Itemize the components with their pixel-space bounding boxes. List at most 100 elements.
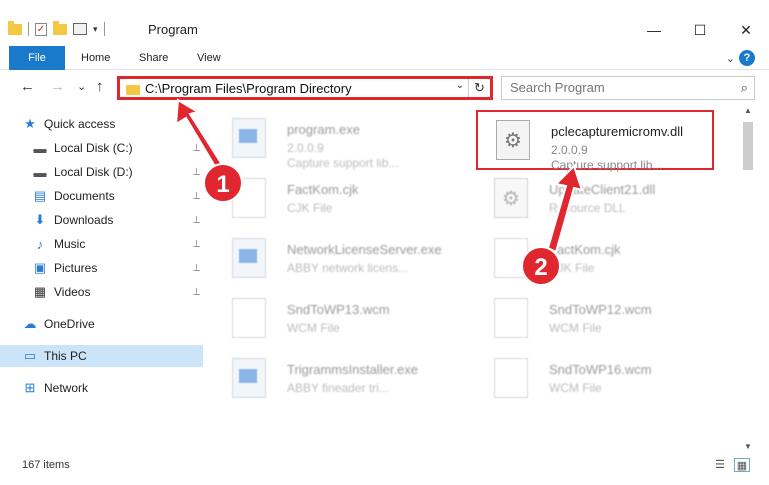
tab-file[interactable]: File — [9, 46, 65, 70]
file-item[interactable]: ⚙ pclecapturemicromv.dll 2.0.0.9 Capture su… — [476, 110, 714, 172]
tab-view[interactable]: View — [197, 46, 221, 70]
maximize-button[interactable]: ☐ — [677, 14, 723, 46]
new-folder-icon[interactable] — [53, 20, 67, 35]
scroll-thumb[interactable] — [743, 122, 753, 170]
status-bar: 167 items ☰ ▦ — [0, 455, 769, 477]
pin-icon[interactable]: ⊥ — [192, 215, 201, 226]
address-dropdown-icon[interactable]: ⌄ — [456, 80, 464, 91]
refresh-icon[interactable]: ↻ — [468, 79, 490, 97]
properties-check-icon[interactable]: ✓ — [35, 22, 47, 36]
file-detail: WCM File — [549, 381, 602, 395]
search-box[interactable]: ⌕ — [501, 76, 755, 100]
scroll-down-icon[interactable]: ▼ — [741, 440, 755, 454]
window-title: Program — [148, 22, 198, 37]
dll-gear-icon: ⚙ — [496, 120, 530, 160]
folder-icon — [126, 85, 140, 95]
file-item[interactable]: SndToWP16.wcm WCM File — [476, 350, 726, 410]
pin-icon[interactable]: ⊥ — [192, 239, 201, 250]
file-description: Capture support lib... — [287, 156, 399, 170]
file-name: SndToWP13.wcm — [287, 302, 390, 317]
file-detail: WCM File — [287, 321, 340, 335]
search-icon[interactable]: ⌕ — [741, 80, 748, 96]
file-list: program.exe 2.0.0.9 Capture support lib...… — [214, 104, 740, 454]
sidebar-item-quick-access[interactable]: ★ Quick access — [0, 113, 203, 135]
sidebar-item-label: Network — [44, 381, 89, 395]
tab-share[interactable]: Share — [139, 46, 168, 70]
back-arrow-icon[interactable]: ← — [20, 78, 35, 95]
recent-locations-icon[interactable]: ⌄ — [77, 80, 86, 93]
sidebar-item-music[interactable]: ♪ Music ⊥ — [0, 233, 203, 255]
videos-icon: ▦ — [33, 284, 47, 299]
executable-icon — [232, 358, 266, 398]
file-name: TrigrammsInstaller.exe — [287, 362, 418, 377]
sidebar-item-network[interactable]: ⊞ Network — [0, 377, 203, 399]
pin-icon[interactable]: ⊥ — [192, 191, 201, 202]
pictures-icon: ▣ — [33, 260, 47, 275]
item-count: 167 items — [22, 459, 70, 471]
computer-icon: ▭ — [23, 348, 37, 363]
drive-icon: ▬ — [33, 164, 47, 180]
navigation-bar: ← → ⌄ ↑ C:\Program Files\Program Directo… — [0, 74, 769, 102]
expand-ribbon-icon[interactable]: ⌄ — [726, 52, 735, 65]
sidebar-item-label: Local Disk (D:) — [54, 165, 133, 179]
file-item[interactable]: TrigrammsInstaller.exe ABBY fineader tri.… — [214, 350, 464, 410]
help-icon[interactable]: ? — [739, 50, 755, 66]
folder-icon[interactable] — [8, 20, 22, 35]
file-detail: CJK File — [287, 201, 333, 215]
file-item[interactable]: SndToWP13.wcm WCM File — [214, 290, 464, 350]
file-item[interactable]: NetworkLicenseServer.exe ABBY network lic… — [214, 230, 464, 290]
forward-arrow-icon[interactable]: → — [50, 78, 65, 95]
pin-icon[interactable]: ⊥ — [192, 167, 201, 178]
details-view-icon[interactable]: ☰ — [712, 458, 728, 472]
up-arrow-icon[interactable]: ↑ — [96, 78, 104, 95]
address-path[interactable]: C:\Program Files\Program Directory — [145, 81, 352, 96]
tab-home[interactable]: Home — [81, 46, 110, 70]
pin-icon[interactable]: ⊥ — [192, 143, 201, 154]
file-item[interactable]: FactKom.cjk CJK File — [476, 230, 726, 290]
file-item[interactable]: FactKom.cjk CJK File — [214, 170, 464, 230]
file-item[interactable]: SndToWP12.wcm WCM File — [476, 290, 726, 350]
search-input[interactable] — [510, 80, 720, 95]
sidebar-item-local-disk-c[interactable]: ▬ Local Disk (C:) ⊥ — [0, 137, 203, 159]
file-detail: 2.0.0.9 — [551, 143, 588, 157]
file-item[interactable]: program.exe 2.0.0.9 Capture support lib... — [214, 110, 464, 170]
file-detail: ABBY fineader tri... — [287, 381, 389, 395]
sidebar-item-label: Music — [54, 237, 86, 251]
executable-icon — [232, 118, 266, 158]
file-item[interactable]: ⚙ UpdateClient21.dll Resource DLL — [476, 170, 726, 230]
file-name: NetworkLicenseServer.exe — [287, 242, 442, 257]
title-bar: ✓ ▾ Program — ☐ ✕ — [0, 0, 769, 46]
sidebar-item-label: Videos — [54, 285, 91, 299]
close-button[interactable]: ✕ — [723, 14, 769, 46]
sidebar-item-downloads[interactable]: ⬇ Downloads ⊥ — [0, 209, 203, 231]
tiles-view-icon[interactable]: ▦ — [734, 458, 750, 472]
sidebar-item-videos[interactable]: ▦ Videos ⊥ — [0, 281, 203, 303]
minimize-button[interactable]: — — [631, 14, 677, 46]
sidebar-item-label: Documents — [54, 189, 115, 203]
cloud-icon: ☁ — [23, 316, 37, 331]
file-detail: WCM File — [549, 321, 602, 335]
address-bar[interactable]: C:\Program Files\Program Directory ⌄ ↻ — [117, 76, 493, 100]
sidebar-item-local-disk-d[interactable]: ▬ Local Disk (D:) ⊥ — [0, 161, 203, 183]
executable-icon — [232, 238, 266, 278]
documents-icon: ▤ — [33, 188, 47, 203]
sidebar-item-this-pc[interactable]: ▭ This PC — [0, 345, 203, 367]
file-name: program.exe — [287, 122, 360, 137]
sidebar-item-label: Pictures — [54, 261, 98, 275]
file-name: pclecapturemicromv.dll — [551, 124, 683, 139]
sidebar-item-pictures[interactable]: ▣ Pictures ⊥ — [0, 257, 203, 279]
sidebar-item-documents[interactable]: ▤ Documents ⊥ — [0, 185, 203, 207]
view-options-icon[interactable] — [73, 23, 87, 35]
dll-gear-icon: ⚙ — [494, 178, 528, 218]
file-icon — [494, 298, 528, 338]
sidebar-item-onedrive[interactable]: ☁ OneDrive — [0, 313, 203, 335]
scroll-up-icon[interactable]: ▲ — [741, 104, 755, 118]
vertical-scrollbar[interactable]: ▲ ▼ — [741, 104, 755, 454]
pin-icon[interactable]: ⊥ — [192, 263, 201, 274]
download-icon: ⬇ — [34, 212, 46, 227]
sidebar-item-label: Quick access — [44, 117, 116, 131]
file-detail: Resource DLL — [549, 201, 626, 215]
network-icon: ⊞ — [24, 380, 36, 395]
pin-icon[interactable]: ⊥ — [192, 287, 201, 298]
customize-dropdown-icon[interactable]: ▾ — [93, 24, 98, 35]
